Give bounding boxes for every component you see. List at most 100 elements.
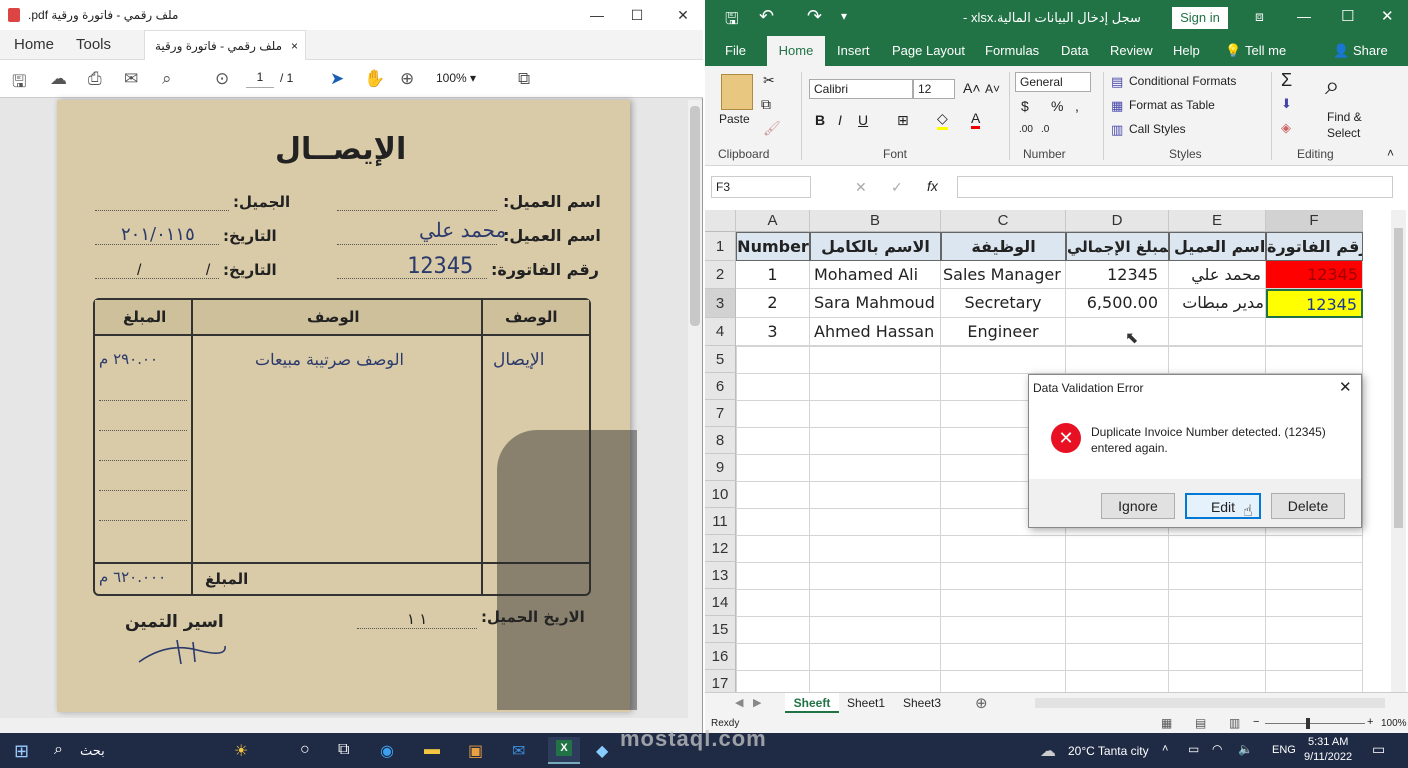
collapse-ribbon-icon[interactable]: ˄ — [1387, 146, 1394, 160]
store-icon[interactable]: ▣ — [468, 741, 483, 761]
mail-icon[interactable]: ✉ — [512, 741, 525, 761]
grow-font-icon[interactable]: A˄ — [963, 80, 981, 96]
cell-a2[interactable]: 1 — [736, 261, 810, 289]
column-header-a[interactable]: A — [736, 210, 810, 232]
tab-scroll-left-icon[interactable]: ◀ — [735, 696, 743, 709]
select-all-corner[interactable] — [705, 210, 736, 232]
paste-icon[interactable] — [721, 74, 753, 110]
cell-f3-selected[interactable]: 12345 — [1266, 289, 1363, 318]
paste-button[interactable]: Paste — [719, 112, 750, 126]
clock-date[interactable]: 9/11/2022 — [1304, 751, 1352, 763]
cortana-icon[interactable]: ○ — [300, 741, 310, 759]
fit-page-icon[interactable]: ⧉ — [518, 69, 530, 89]
cell-f1[interactable]: رقم الفاتورة — [1266, 232, 1363, 261]
underline-icon[interactable]: U — [858, 112, 868, 128]
cell-b4[interactable]: Ahmed Hassan — [810, 318, 941, 346]
notifications-icon[interactable]: ▭ — [1372, 741, 1385, 758]
find-select-label-2[interactable]: Select — [1327, 126, 1360, 140]
row-header[interactable]: 4 — [705, 318, 736, 346]
save-icon[interactable]: 🖫 — [725, 8, 739, 35]
cell-f2-duplicate[interactable]: 12345 — [1266, 261, 1363, 289]
row-header[interactable]: 1 — [705, 232, 736, 261]
cell-c3[interactable]: Secretary — [941, 289, 1066, 318]
insert-function-icon[interactable]: fx — [927, 178, 938, 194]
tab-scroll-right-icon[interactable]: ▶ — [753, 696, 761, 709]
cut-icon[interactable]: ✂ — [763, 72, 775, 89]
select-tool-icon[interactable]: ➤ — [330, 69, 344, 89]
normal-view-icon[interactable]: ▦ — [1161, 716, 1172, 730]
sheet-tab[interactable]: Sheet1 — [847, 696, 885, 710]
cell-d4[interactable] — [1066, 318, 1169, 346]
column-header-d[interactable]: D — [1066, 210, 1169, 232]
cell-styles-button[interactable]: Call Styles — [1129, 122, 1186, 136]
share-button[interactable]: Share — [1353, 43, 1388, 58]
upload-icon[interactable]: ☁ — [50, 69, 67, 89]
zoom-select[interactable]: 100% ▾ — [436, 71, 496, 85]
undo-icon[interactable]: ↶ — [759, 6, 774, 27]
tab-formulas[interactable]: Formulas — [985, 43, 1039, 58]
print-icon[interactable]: ⎙ — [88, 69, 102, 89]
number-format-select[interactable]: General — [1015, 72, 1091, 92]
cell-b2[interactable]: Mohamed Ali — [810, 261, 941, 289]
cell-d1[interactable]: المبلغ الإجمالي — [1066, 232, 1169, 261]
ignore-button[interactable]: Ignore — [1101, 493, 1175, 519]
customize-qat-icon[interactable]: ▾ — [841, 9, 847, 23]
sign-in-button[interactable]: Sign in — [1172, 7, 1228, 29]
maximize-icon[interactable]: ☐ — [1341, 7, 1354, 25]
row-header[interactable]: 12 — [705, 535, 736, 562]
row-header[interactable]: 8 — [705, 427, 736, 454]
cell-d3[interactable]: 6,500.00 — [1066, 289, 1169, 318]
tell-me-search[interactable]: Tell me — [1245, 43, 1286, 58]
redo-icon[interactable]: ↷ — [807, 6, 822, 27]
excel-horizontal-scrollbar[interactable] — [1035, 698, 1385, 708]
edge-icon[interactable]: ◉ — [380, 741, 394, 761]
page-number-input[interactable]: 1 — [246, 70, 274, 88]
cell-styles-icon[interactable]: ▥ — [1111, 122, 1123, 138]
cell-a1[interactable]: Number — [736, 232, 810, 261]
font-size-select[interactable]: 12 — [913, 79, 955, 99]
tab-page-layout[interactable]: Page Layout — [892, 43, 965, 58]
excel-scroll-thumb[interactable] — [1394, 228, 1403, 528]
mail-icon[interactable]: ✉ — [124, 69, 138, 89]
clock-time[interactable]: 5:31 AM — [1308, 736, 1348, 748]
find-select-label-1[interactable]: Find & — [1327, 110, 1362, 124]
network-icon[interactable]: ▭ — [1188, 742, 1199, 756]
shrink-font-icon[interactable]: A˅ — [985, 82, 1000, 96]
format-table-icon[interactable]: ▦ — [1111, 98, 1123, 114]
sheet-tab[interactable]: Sheet3 — [903, 696, 941, 710]
bold-icon[interactable]: B — [815, 112, 825, 128]
excel-taskbar-button[interactable]: X — [548, 737, 580, 764]
currency-icon[interactable]: $ — [1021, 98, 1029, 114]
tab-tools[interactable]: Tools — [76, 36, 111, 53]
cell-c4[interactable]: Engineer — [941, 318, 1066, 346]
column-header-b[interactable]: B — [810, 210, 941, 232]
tab-document[interactable]: ملف رقمي - فاتورة ورقية × — [144, 30, 306, 60]
row-header[interactable]: 9 — [705, 454, 736, 481]
row-header[interactable]: 7 — [705, 400, 736, 427]
cell-e2[interactable]: محمد علي — [1169, 261, 1266, 289]
delete-button[interactable]: Delete — [1271, 493, 1345, 519]
sheet-tab-active[interactable]: Sheeft — [785, 693, 839, 713]
tab-data[interactable]: Data — [1061, 43, 1088, 58]
cell-e4[interactable] — [1169, 318, 1266, 346]
row-header[interactable]: 17 — [705, 670, 736, 692]
cell-f4[interactable] — [1266, 318, 1363, 346]
pdf-vertical-scrollbar[interactable] — [688, 100, 702, 718]
formula-input[interactable] — [957, 176, 1393, 198]
page-up-icon[interactable]: ⊙ — [215, 69, 229, 89]
zoom-slider[interactable] — [1265, 723, 1365, 724]
column-header-e[interactable]: E — [1169, 210, 1266, 232]
app-icon[interactable]: ◆ — [596, 741, 608, 761]
pdf-horizontal-scrollbar[interactable] — [0, 718, 702, 733]
save-icon[interactable]: 🖫 — [12, 69, 26, 98]
row-header[interactable]: 15 — [705, 616, 736, 643]
volume-icon[interactable]: 🔈 — [1238, 742, 1253, 756]
decrease-decimal-icon[interactable]: .0 — [1041, 124, 1049, 135]
weather-widget-icon[interactable]: ☀ — [234, 741, 248, 761]
cell-e3[interactable]: مدير مبطات — [1169, 289, 1266, 318]
row-header[interactable]: 11 — [705, 508, 736, 535]
start-icon[interactable]: ⊞ — [14, 741, 29, 762]
zoom-in-icon[interactable]: + — [1367, 716, 1373, 728]
row-header[interactable]: 16 — [705, 643, 736, 670]
italic-icon[interactable]: I — [838, 112, 842, 128]
